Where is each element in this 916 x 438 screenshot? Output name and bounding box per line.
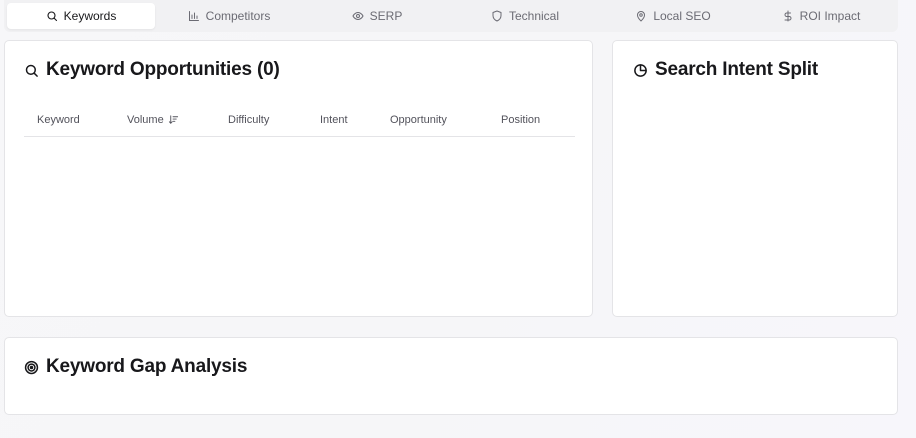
tab-label: Local SEO (653, 9, 711, 23)
card-title: Keyword Gap Analysis (24, 356, 247, 378)
card-title: Keyword Opportunities (0) (24, 59, 280, 81)
tab-keywords[interactable]: Keywords (7, 3, 155, 29)
tab-roi-impact[interactable]: ROI Impact (747, 3, 895, 29)
tab-label: ROI Impact (799, 9, 861, 23)
search-icon (47, 11, 57, 22)
tab-label: Technical (508, 9, 560, 23)
intent-chart-area (633, 101, 879, 296)
column-label: Opportunity (390, 113, 447, 126)
tab-serp[interactable]: SERP (303, 3, 451, 29)
column-label: Keyword (37, 113, 80, 126)
card-title: Search Intent Split (633, 59, 818, 81)
column-label: Volume (127, 113, 164, 126)
keyword-table-header: Keyword Volume Difficulty Intent Opportu… (24, 103, 575, 137)
search-intent-card: Search Intent Split (612, 40, 898, 317)
tab-label: Keywords (63, 9, 117, 23)
keyword-opportunities-title: Keyword Opportunities (0) (46, 59, 280, 80)
tab-bar: Keywords Competitors SERP Technical Loca… (4, 0, 898, 32)
tab-technical[interactable]: Technical (451, 3, 599, 29)
map-pin-icon (637, 11, 646, 22)
search-intent-title: Search Intent Split (655, 59, 819, 80)
keyword-gap-card: Keyword Gap Analysis (4, 337, 898, 415)
keyword-opportunities-card: Keyword Opportunities (0) Keyword Volume… (4, 40, 593, 317)
shield-icon (492, 10, 502, 22)
column-header-opportunity[interactable]: Opportunity (390, 103, 447, 136)
column-header-difficulty[interactable]: Difficulty (228, 103, 269, 136)
tab-local-seo[interactable]: Local SEO (599, 3, 747, 29)
column-label: Position (501, 113, 541, 126)
target-icon (24, 360, 39, 374)
tab-label: Competitors (205, 9, 271, 23)
dollar-icon (784, 10, 792, 22)
tab-competitors[interactable]: Competitors (155, 3, 303, 29)
pie-chart-icon (634, 63, 647, 77)
column-header-intent[interactable]: Intent (320, 103, 348, 136)
bar-chart-icon (188, 11, 199, 21)
column-label: Difficulty (228, 113, 270, 126)
keyword-table-body (24, 137, 575, 297)
column-label: Intent (320, 113, 348, 126)
sort-descending-icon (168, 115, 178, 124)
tab-label: SERP (369, 9, 403, 23)
column-header-position[interactable]: Position (501, 103, 540, 136)
search-icon (25, 64, 38, 77)
keyword-gap-title: Keyword Gap Analysis (46, 356, 248, 377)
column-header-volume[interactable]: Volume (127, 103, 179, 136)
eye-icon (352, 11, 364, 21)
column-header-keyword[interactable]: Keyword (37, 103, 80, 136)
